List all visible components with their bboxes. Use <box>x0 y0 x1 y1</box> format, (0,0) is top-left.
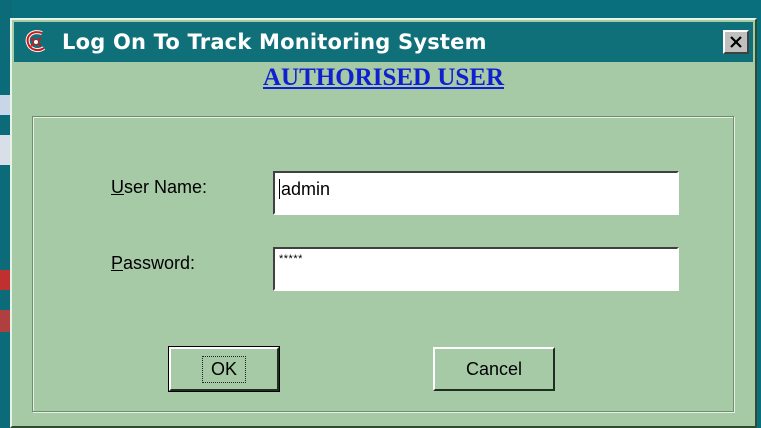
close-button[interactable] <box>723 30 749 54</box>
password-value: ***** <box>279 253 303 265</box>
close-icon <box>730 36 742 48</box>
password-label-accelerator: P <box>111 253 124 273</box>
app-logo-icon <box>22 28 50 56</box>
password-label: Password: <box>111 253 195 274</box>
title-bar[interactable]: Log On To Track Monitoring System <box>14 22 753 62</box>
background-window-edge <box>0 95 10 115</box>
ok-button[interactable]: OK <box>168 346 280 392</box>
logon-dialog: Log On To Track Monitoring System AUTHOR… <box>10 18 757 428</box>
text-caret <box>279 179 280 199</box>
ok-button-label: OK <box>201 355 246 383</box>
cancel-button-label: Cancel <box>465 358 523 379</box>
username-field[interactable]: admin <box>273 171 679 215</box>
username-label-accelerator: U <box>111 177 124 197</box>
username-label: User Name: <box>111 177 207 198</box>
cancel-button[interactable]: Cancel <box>433 347 555 391</box>
authorised-user-heading: AUTHORISED USER <box>262 64 505 91</box>
background-window-edge <box>0 270 10 290</box>
credentials-group: User Name: admin Password: ***** OK Canc… <box>32 116 734 412</box>
username-value: admin <box>281 179 331 199</box>
username-label-text: ser Name: <box>124 177 208 197</box>
password-label-text: assword: <box>123 253 196 273</box>
window-title: Log On To Track Monitoring System <box>62 30 487 54</box>
password-field[interactable]: ***** <box>273 247 679 291</box>
background-window-edge <box>0 310 10 332</box>
background-window-edge <box>0 135 10 165</box>
